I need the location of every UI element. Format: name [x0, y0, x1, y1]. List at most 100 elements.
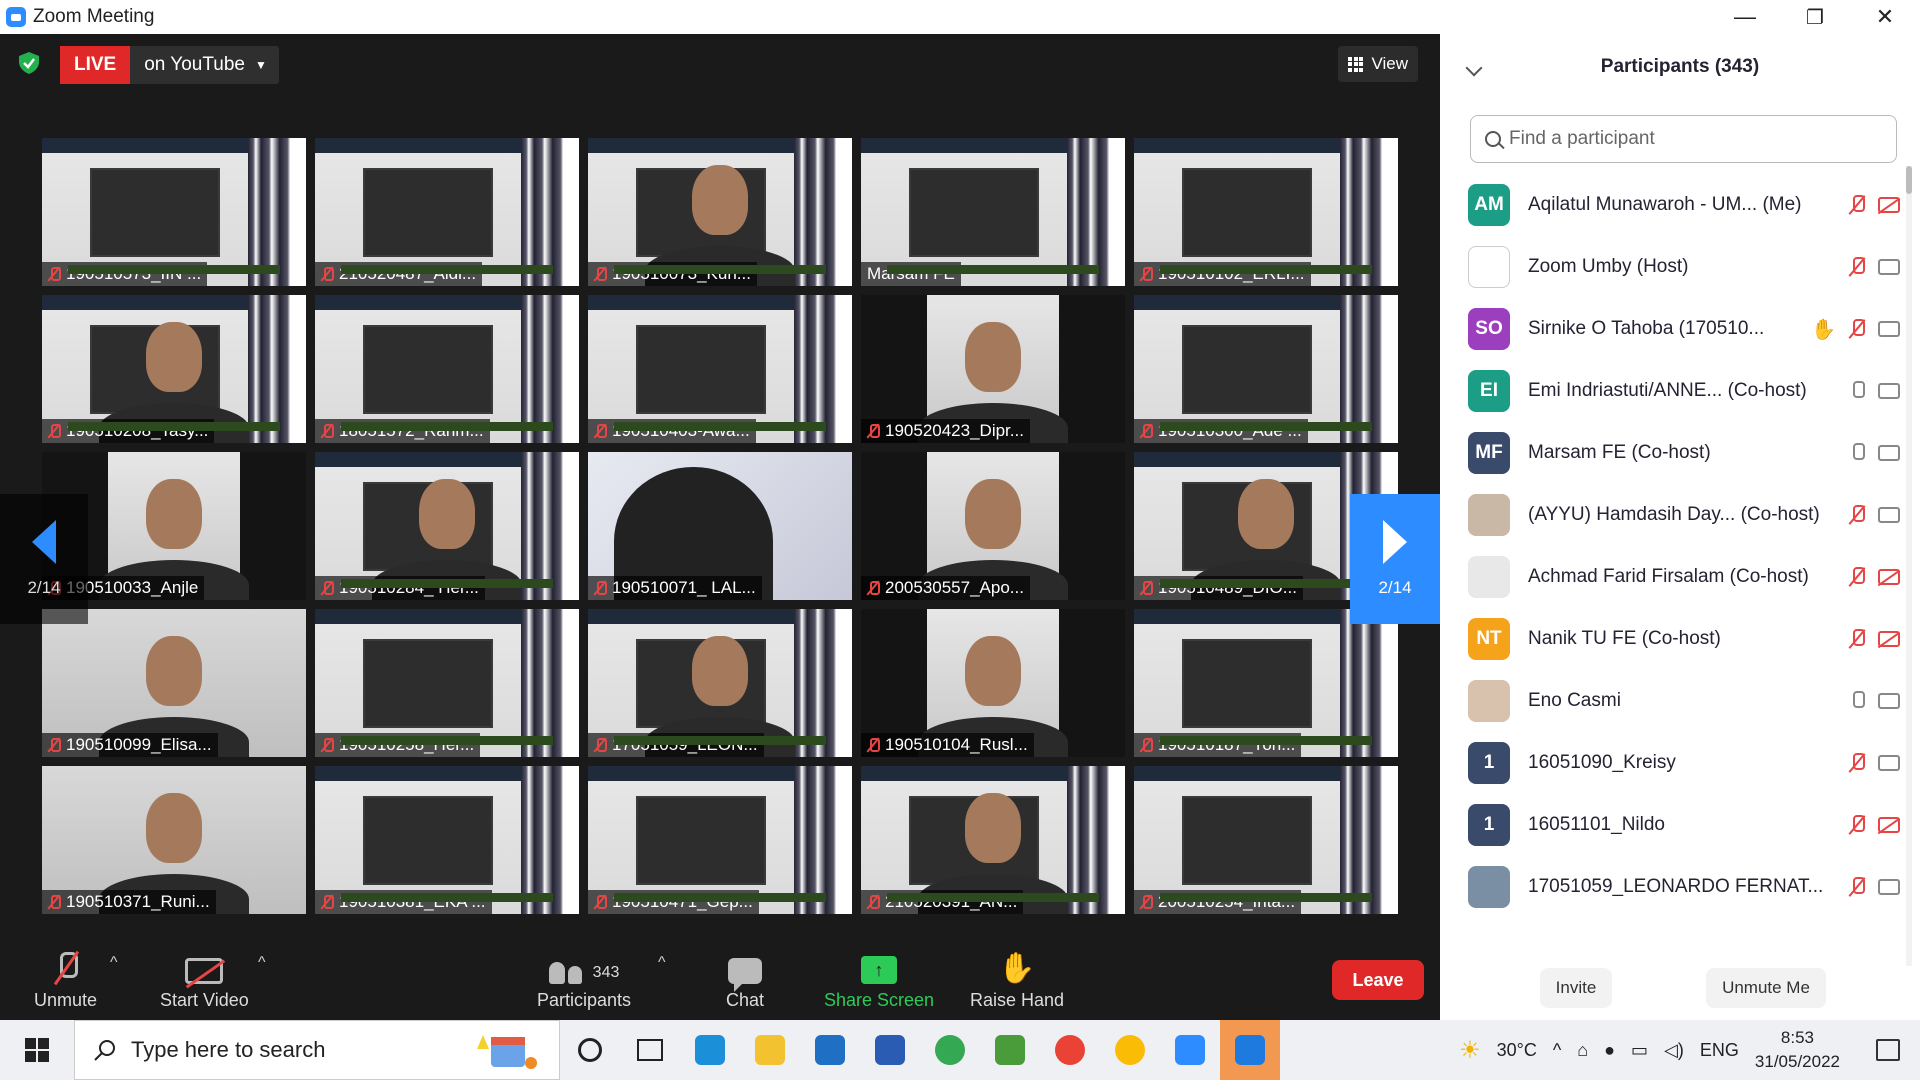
- leave-button[interactable]: Leave: [1332, 960, 1424, 1000]
- participants-options-caret[interactable]: ^: [658, 954, 666, 972]
- task-view-button[interactable]: [620, 1020, 680, 1080]
- taskbar-app-button[interactable]: [1040, 1020, 1100, 1080]
- video-tile[interactable]: 190510284_ Her...: [315, 452, 579, 600]
- video-tile[interactable]: 200510254_Inta...: [1134, 766, 1398, 914]
- participant-row[interactable]: 1 16051090_Kreisy: [1440, 732, 1900, 794]
- participant-row[interactable]: Eno Casmi: [1440, 670, 1900, 732]
- video-tile[interactable]: 200530557_Apo...: [861, 452, 1125, 600]
- participant-row[interactable]: MF Marsam FE (Co-host): [1440, 422, 1900, 484]
- start-button[interactable]: [0, 1020, 74, 1080]
- video-tile[interactable]: 190510208_Tasy...: [42, 295, 306, 443]
- tile-participant-name: 190510187_Yon...: [1158, 735, 1296, 754]
- video-tile[interactable]: 190510099_Elisa...: [42, 609, 306, 757]
- security-shield-icon[interactable]: [18, 51, 40, 75]
- participant-face: [965, 792, 1021, 863]
- language-indicator[interactable]: ENG: [1700, 1040, 1739, 1061]
- invite-button[interactable]: Invite: [1540, 968, 1612, 1008]
- share-screen-button[interactable]: ↑ Share Screen: [824, 944, 934, 1011]
- taskbar-app-button[interactable]: [800, 1020, 860, 1080]
- audio-options-caret[interactable]: ^: [110, 954, 118, 972]
- share-screen-icon: ↑: [861, 956, 898, 984]
- participant-row[interactable]: (AYYU) Hamdasih Day... (Co-host): [1440, 484, 1900, 546]
- video-tile[interactable]: 190510071_ LAL...: [588, 452, 852, 600]
- taskbar-app-button[interactable]: [740, 1020, 800, 1080]
- taskbar-app-button[interactable]: [1220, 1020, 1280, 1080]
- video-tile[interactable]: 210520487_Aldi...: [315, 138, 579, 286]
- stream-destination[interactable]: on YouTube ▼: [130, 46, 279, 84]
- live-stream-menu[interactable]: LIVE on YouTube ▼: [60, 46, 279, 84]
- video-tile[interactable]: 190510471_Gep...: [588, 766, 852, 914]
- participants-button[interactable]: 343 Participants: [537, 944, 631, 1011]
- taskbar-search[interactable]: Type here to search: [74, 1020, 560, 1080]
- video-tile[interactable]: 18051572_Rahm...: [315, 295, 579, 443]
- video-tile[interactable]: 190510371_Runi...: [42, 766, 306, 914]
- notification-icon[interactable]: [1876, 1039, 1900, 1061]
- participant-role: (Co-host): [1740, 504, 1820, 525]
- video-tile[interactable]: 190510073_Kun...: [588, 138, 852, 286]
- volume-icon[interactable]: ◁): [1664, 1040, 1684, 1061]
- participant-status-icons: [1850, 505, 1900, 525]
- taskbar-app-button[interactable]: [860, 1020, 920, 1080]
- weather-temp[interactable]: 30°C: [1497, 1040, 1537, 1061]
- muted-mic-icon: [1140, 894, 1153, 910]
- taskbar-app-button[interactable]: [1100, 1020, 1160, 1080]
- microphone-icon[interactable]: ●: [1604, 1040, 1615, 1061]
- taskbar-app-button[interactable]: [680, 1020, 740, 1080]
- participant-search[interactable]: [1470, 115, 1897, 163]
- muted-mic-icon: [1140, 737, 1153, 753]
- battery-icon[interactable]: ▭: [1631, 1040, 1648, 1061]
- chat-button[interactable]: Chat: [726, 944, 764, 1011]
- participant-row[interactable]: Achmad Farid Firsalam (Co-host): [1440, 546, 1900, 608]
- taskbar-app-button[interactable]: [1160, 1020, 1220, 1080]
- participant-list-scrollbar[interactable]: [1906, 166, 1912, 966]
- participant-row[interactable]: EI Emi Indriastuti/ANNE... (Co-host): [1440, 360, 1900, 422]
- meeting-area: LIVE on YouTube ▼ View 190510573_IIN ...…: [0, 34, 1440, 1020]
- previous-page-button[interactable]: 2/14: [0, 494, 88, 624]
- panel-footer: Invite Unmute Me: [1440, 960, 1920, 1020]
- participant-row[interactable]: 1 16051101_Nildo: [1440, 794, 1900, 856]
- muted-mic-icon: [55, 950, 78, 984]
- participant-row[interactable]: Zoom Umby (Host): [1440, 236, 1900, 298]
- cortana-button[interactable]: [560, 1020, 620, 1080]
- participant-role: (Host): [1636, 256, 1689, 277]
- taskbar-app-button[interactable]: [980, 1020, 1040, 1080]
- participant-row[interactable]: SO Sirnike O Tahoba (170510... ✋: [1440, 298, 1900, 360]
- muted-mic-icon: [48, 266, 61, 282]
- video-tile[interactable]: 190510104_Rusl...: [861, 609, 1125, 757]
- video-tile[interactable]: 190510300_Ade ...: [1134, 295, 1398, 443]
- network-icon[interactable]: ⌂: [1577, 1040, 1588, 1061]
- unmute-me-button[interactable]: Unmute Me: [1706, 968, 1826, 1008]
- video-tile[interactable]: 190510403-Awa...: [588, 295, 852, 443]
- video-tile[interactable]: 190510258_Her...: [315, 609, 579, 757]
- next-page-button[interactable]: 2/14: [1350, 494, 1440, 624]
- video-tile[interactable]: 190510102_ERLI...: [1134, 138, 1398, 286]
- scrollbar-thumb[interactable]: [1906, 166, 1912, 194]
- video-tile[interactable]: Marsam FE: [861, 138, 1125, 286]
- start-video-button[interactable]: Start Video: [160, 944, 249, 1011]
- video-tile[interactable]: 190520423_Dipr...: [861, 295, 1125, 443]
- restore-button[interactable]: ❐: [1780, 0, 1850, 34]
- video-tile[interactable]: 17051059_LEON...: [588, 609, 852, 757]
- participant-name-cell: (AYYU) Hamdasih Day... (Co-host): [1528, 504, 1824, 526]
- view-button[interactable]: View: [1338, 46, 1418, 82]
- video-tile[interactable]: 190510187_Yon...: [1134, 609, 1398, 757]
- unmute-button[interactable]: Unmute: [34, 944, 97, 1011]
- minimize-button[interactable]: —: [1710, 0, 1780, 34]
- taskbar-app-button[interactable]: [920, 1020, 980, 1080]
- video-tile[interactable]: 210520391_AN...: [861, 766, 1125, 914]
- close-button[interactable]: ✕: [1850, 0, 1920, 34]
- participant-row[interactable]: NT Nanik TU FE (Co-host): [1440, 608, 1900, 670]
- video-tile[interactable]: 190510573_IIN ...: [42, 138, 306, 286]
- tile-name-tag: 190510071_ LAL...: [588, 576, 762, 600]
- clock[interactable]: 8:53 31/05/2022: [1755, 1026, 1840, 1074]
- participant-row[interactable]: AM Aqilatul Munawaroh - UM... (Me): [1440, 174, 1900, 236]
- video-tile[interactable]: 190510381_EKA ...: [315, 766, 579, 914]
- video-off-icon: [1878, 817, 1900, 833]
- video-options-caret[interactable]: ^: [258, 954, 266, 972]
- participant-status-icons: [1850, 195, 1900, 215]
- participant-search-input[interactable]: [1509, 128, 1869, 150]
- raise-hand-button[interactable]: ✋ Raise Hand: [970, 944, 1064, 1011]
- muted-mic-icon: [594, 423, 607, 439]
- show-hidden-icons[interactable]: ^: [1553, 1040, 1561, 1061]
- participant-row[interactable]: 17051059_LEONARDO FERNAT...: [1440, 856, 1900, 918]
